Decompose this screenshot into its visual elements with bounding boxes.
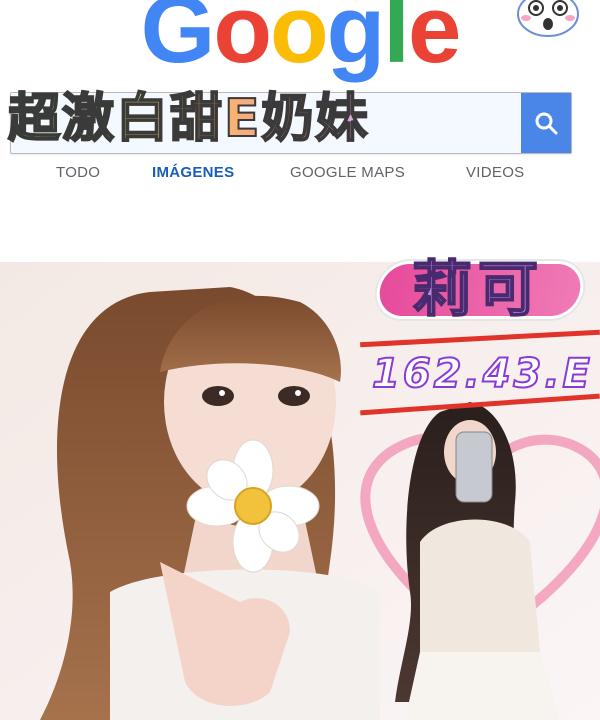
google-logo-text: Google <box>141 0 460 83</box>
tab-imagenes[interactable]: IMÁGENES <box>152 164 234 181</box>
profile-photo-collage <box>0 262 600 720</box>
google-logo: Google <box>0 0 600 90</box>
tab-videos[interactable]: VIDEOS <box>466 164 524 181</box>
stats-text: 162.43.E <box>371 351 593 397</box>
name-label: 莉可 <box>411 254 544 326</box>
search-icon <box>535 112 558 135</box>
search-button[interactable] <box>521 93 571 153</box>
tab-todo[interactable]: TODO <box>56 164 100 181</box>
name-badge: 莉可 <box>376 250 584 330</box>
search-tabs: TODO IMÁGENES GOOGLE MAPS VIDEOS <box>0 164 600 190</box>
tab-google-maps[interactable]: GOOGLE MAPS <box>290 164 405 181</box>
promo-headline: 超激白甜E奶妹 <box>7 86 370 152</box>
phone-icon <box>455 431 493 503</box>
cartoon-face-sticker-icon <box>512 0 584 38</box>
